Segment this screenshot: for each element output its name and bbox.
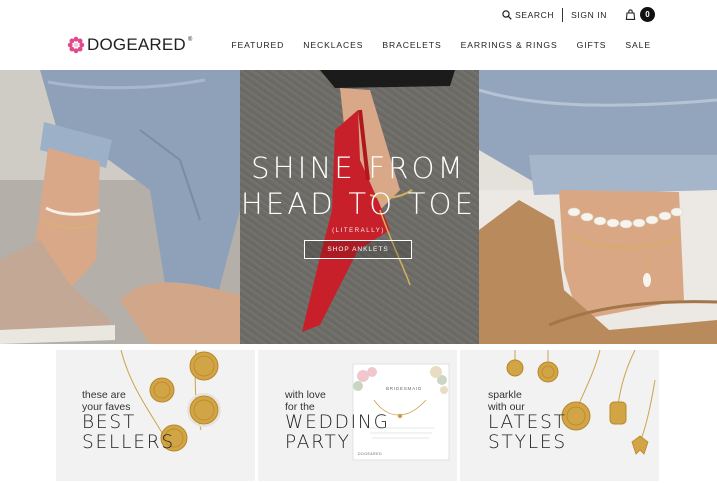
tile-tagline-1: with love [285,389,326,401]
nav-item-bracelets[interactable]: BRACELETS [382,40,441,50]
main-nav: FEATURED NECKLACES BRACELETS EARRINGS & … [231,40,651,50]
tile-heading-1: WEDDING [285,412,390,433]
nav-item-featured[interactable]: FEATURED [231,40,284,50]
search-label: SEARCH [515,10,555,20]
shopping-bag-icon[interactable] [625,9,636,20]
search-link[interactable]: SEARCH [502,10,554,20]
tile-heading-2: PARTY [285,432,351,453]
tile-heading-1: LATEST [488,412,567,433]
tile-tagline-1: these are [82,389,126,401]
tile-heading-1: BEST [82,412,137,433]
search-icon [502,10,512,20]
nav-item-earrings-rings[interactable]: EARRINGS & RINGS [461,40,558,50]
signin-link[interactable]: SIGN IN [571,10,607,20]
divider [562,8,564,22]
tile-text: these are your faves BEST SELLERS [82,389,175,453]
red-heel-photo [240,70,479,344]
tile-best-sellers[interactable]: these are your faves BEST SELLERS [56,350,255,481]
tile-text: with love for the WEDDING PARTY [285,389,390,453]
tile-heading-2: SELLERS [82,432,175,453]
anklet-photo-right [479,70,717,344]
tile-latest-styles[interactable]: sparkle with our LATEST STYLES [460,350,659,481]
shop-anklets-button[interactable]: SHOP ANKLETS [304,240,412,259]
logo-registered-mark: ® [187,37,193,43]
promo-tiles: these are your faves BEST SELLERS BRIDES… [56,350,659,481]
signin-label: SIGN IN [571,10,607,20]
nav-item-sale[interactable]: SALE [625,40,651,50]
tile-tagline-1: sparkle [488,389,522,401]
nav-item-necklaces[interactable]: NECKLACES [303,40,363,50]
nav-item-gifts[interactable]: GIFTS [577,40,607,50]
anklet-photo-left [0,70,240,344]
hero-image-middle [240,70,479,344]
hero-banner[interactable] [0,70,717,344]
tile-text: sparkle with our LATEST STYLES [488,389,567,453]
hero-image-right [479,70,717,344]
cart-count-badge[interactable]: 0 [640,7,655,22]
logo-text: DOGEARED [87,35,186,54]
hero-image-left [0,70,240,344]
tile-heading-2: STYLES [488,432,567,453]
logo[interactable]: DOGEARED ® [67,35,192,55]
card-title: BRIDESMAID [386,386,423,391]
tile-wedding-party[interactable]: BRIDESMAID DOGEARED with love for the WE… [258,350,457,481]
flower-logo-icon [67,36,85,54]
